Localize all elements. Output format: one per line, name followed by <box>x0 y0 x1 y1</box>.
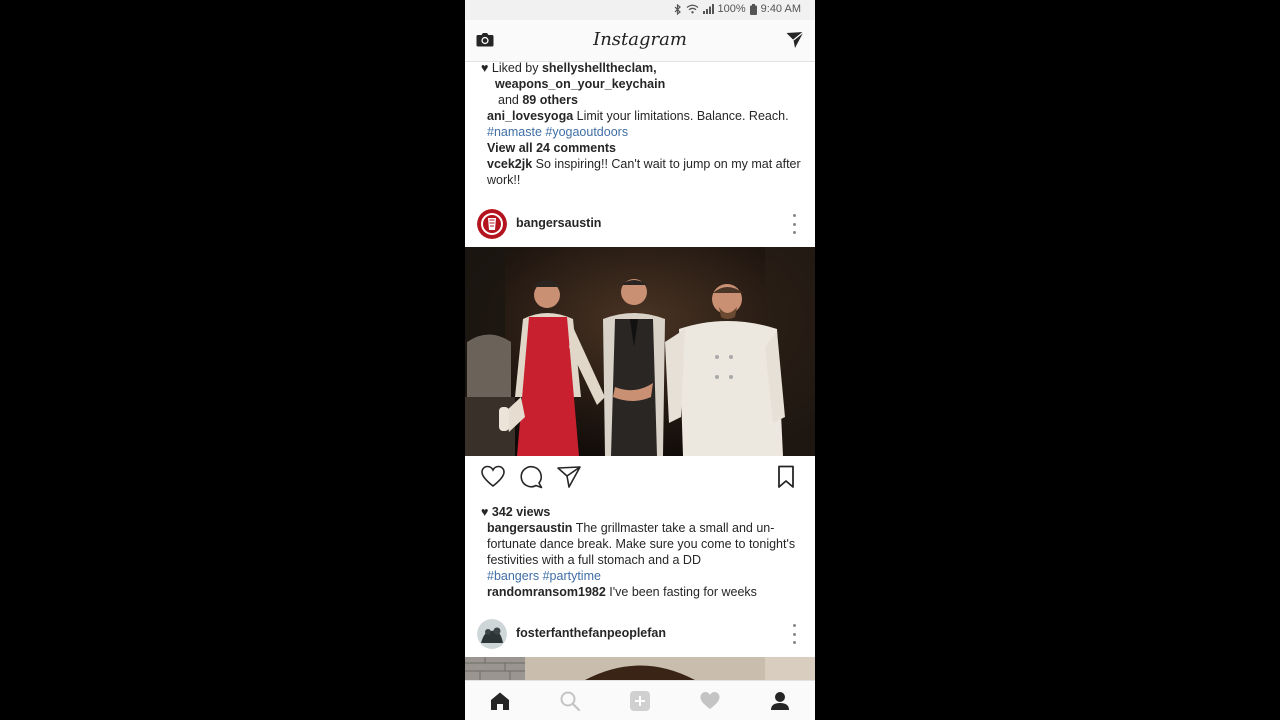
previous-post-comment: vcek2jk So inspiring!! Can't wait to jum… <box>487 156 805 188</box>
top-app-bar: Instagram <box>465 20 815 62</box>
comment-username[interactable]: randomransom1982 <box>487 585 606 599</box>
signal-icon <box>702 4 714 14</box>
post-video[interactable] <box>465 247 815 456</box>
more-options-icon[interactable] <box>791 624 797 644</box>
comment-username[interactable]: vcek2jk <box>487 157 532 171</box>
status-bar: 100% 9:40 AM <box>465 0 815 20</box>
avatar[interactable] <box>477 619 507 649</box>
home-icon[interactable] <box>489 690 511 712</box>
caption-text: Limit your limitations. Balance. Reach. <box>576 109 789 123</box>
bookmark-icon[interactable] <box>773 464 799 490</box>
video-frame <box>465 247 815 456</box>
profile-icon[interactable] <box>769 690 791 712</box>
heart-small-icon: ♥ <box>481 505 489 519</box>
post-caption: bangersaustin The grillmaster take a sma… <box>487 520 805 584</box>
caption-hashtags[interactable]: #namaste #yogaoutdoors <box>487 125 628 139</box>
previous-post-likes: ♥ Liked by shellyshelltheclam, weapons_o… <box>481 60 799 108</box>
search-icon[interactable] <box>559 690 581 712</box>
bluetooth-icon <box>674 3 681 15</box>
post-action-bar <box>465 460 815 494</box>
avatar[interactable] <box>477 209 507 239</box>
heart-small-icon: ♥ <box>481 61 489 75</box>
liked-by-user-link[interactable]: weapons_on_your_keychain <box>495 77 665 91</box>
view-all-comments-link[interactable]: View all 24 comments <box>487 140 805 156</box>
battery-icon <box>749 3 757 15</box>
comment-icon[interactable] <box>518 464 544 490</box>
direct-message-icon[interactable] <box>785 30 805 50</box>
caption-username[interactable]: ani_lovesyoga <box>487 109 573 123</box>
previous-post-caption: ani_lovesyoga Limit your limitations. Ba… <box>487 108 805 140</box>
caption-username[interactable]: bangersaustin <box>487 521 572 535</box>
others-link[interactable]: 89 others <box>522 93 578 107</box>
post-header: bangersaustin <box>465 204 815 244</box>
next-post-username[interactable]: fosterfanthefanpeoplefan <box>516 626 666 640</box>
more-options-icon[interactable] <box>791 214 797 234</box>
wifi-icon <box>686 4 698 14</box>
heart-outline-icon[interactable] <box>480 464 506 490</box>
liked-by-prefix: Liked by <box>491 61 539 75</box>
views-count: ♥ 342 views <box>481 504 799 520</box>
next-image-frame <box>465 657 815 680</box>
views-text[interactable]: 342 views <box>492 505 550 519</box>
comment-text: I've been fasting for weeks <box>609 585 757 599</box>
instagram-app: 100% 9:40 AM Instagram ♥ Liked by shelly… <box>465 0 815 720</box>
liked-by-user-link[interactable]: shellyshelltheclam, <box>542 61 657 75</box>
clock: 9:40 AM <box>760 3 801 15</box>
add-post-icon[interactable] <box>629 690 651 712</box>
post-username[interactable]: bangersaustin <box>516 216 601 230</box>
battery-percent: 100% <box>717 3 746 15</box>
heart-icon[interactable] <box>699 690 721 712</box>
and-text: and <box>498 93 519 107</box>
post-comment: randomransom1982 I've been fasting for w… <box>487 584 805 600</box>
caption-hashtags[interactable]: #bangers #partytime <box>487 569 601 583</box>
app-title: Instagram <box>593 29 687 50</box>
bottom-navigation <box>465 680 815 720</box>
paper-plane-icon[interactable] <box>556 464 582 490</box>
next-post-header: fosterfanthefanpeoplefan <box>465 614 815 654</box>
next-post-image[interactable] <box>465 657 815 680</box>
comment-text: So inspiring!! Can't wait to jump on my … <box>487 157 801 187</box>
